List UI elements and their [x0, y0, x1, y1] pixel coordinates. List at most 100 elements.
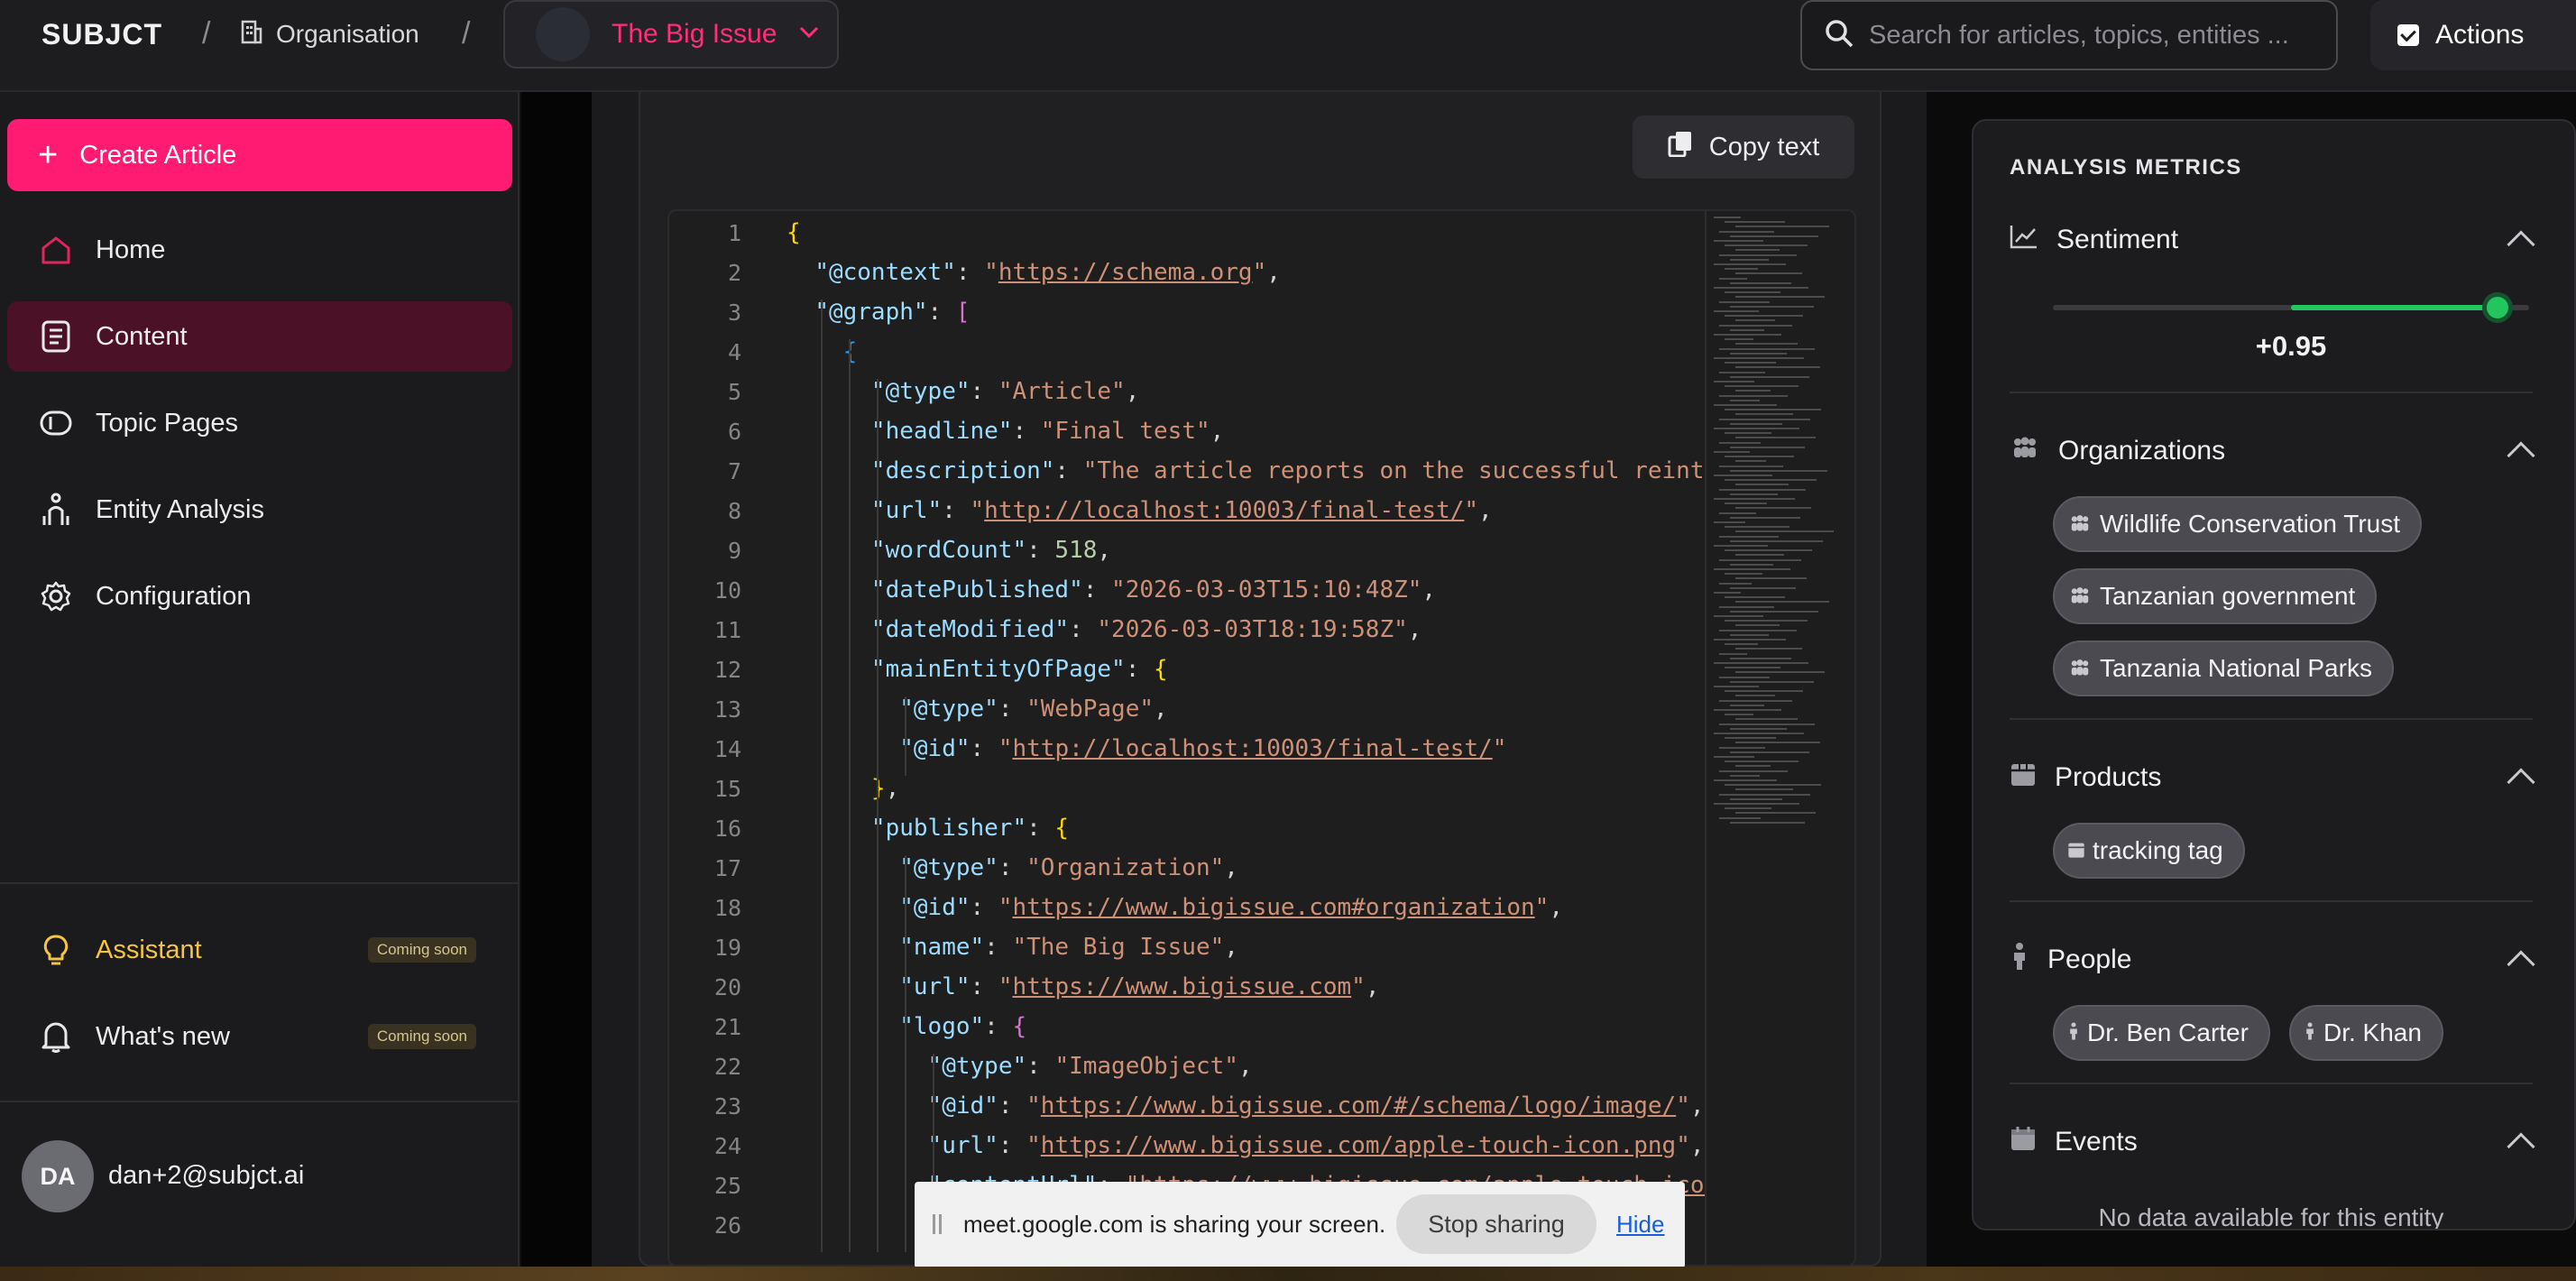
minimap-line	[1725, 432, 1771, 435]
search-input[interactable]	[1869, 20, 2336, 51]
code-token: 518	[1054, 537, 1098, 564]
create-article-button[interactable]: + Create Article	[7, 119, 512, 191]
minimap-line	[1725, 596, 1785, 599]
section-people-header[interactable]: People	[2010, 942, 2535, 979]
sidebar-item-whats-new[interactable]: What's new Coming soon	[7, 1001, 512, 1072]
minimap-line	[1714, 709, 1781, 711]
section-sentiment-header[interactable]: Sentiment	[2010, 222, 2535, 259]
actions-button[interactable]: Actions	[2370, 0, 2576, 70]
copy-text-button[interactable]: Copy text	[1633, 115, 1854, 179]
code-token: :	[1026, 537, 1055, 564]
building-icon	[240, 19, 263, 51]
code-token: :	[970, 894, 998, 921]
minimap-line	[1714, 639, 1786, 640]
person-icon	[2010, 942, 2029, 978]
line-number: 8	[727, 498, 741, 524]
minimap-line	[1714, 357, 1804, 359]
brand-logo[interactable]: SUBJCT	[41, 18, 162, 51]
code-line: "datePublished": "2026-03-03T15:10:48Z",	[787, 576, 1436, 604]
code-token: https://schema.org	[998, 259, 1253, 286]
code-token: "@type"	[899, 696, 998, 723]
schema-card: Copy text 1 2 3 4 5 6 7 8 9 10 11 12 13 14 15 16 17 18 19 2…	[639, 92, 1881, 1267]
sidebar: + Create Article Home Content Topic Page…	[0, 92, 520, 1267]
drag-handle-icon[interactable]	[933, 1214, 942, 1234]
code-token: "	[1351, 973, 1366, 1000]
entity-chip[interactable]: tracking tag	[2053, 823, 2245, 879]
code-token: "	[1026, 1092, 1041, 1120]
code-token: ,	[1210, 418, 1225, 445]
minimap-line	[1714, 686, 1759, 687]
section-products-header[interactable]: Products	[2010, 760, 2535, 797]
hide-link[interactable]: Hide	[1616, 1211, 1664, 1239]
code-token: :	[984, 934, 1013, 961]
entity-chip[interactable]: Tanzanian government	[2053, 568, 2378, 624]
code-line: "@type": "WebPage",	[787, 696, 1167, 723]
entity-chip[interactable]: Tanzania National Parks	[2053, 640, 2394, 696]
code-token: ,	[885, 775, 900, 802]
line-number: 14	[713, 736, 741, 762]
sidebar-item-content[interactable]: Content	[7, 301, 512, 372]
chevron-up-icon[interactable]	[2507, 950, 2535, 979]
avatar[interactable]: DA	[22, 1140, 94, 1212]
code-token: ,	[1549, 894, 1563, 921]
section-organizations-header[interactable]: Organizations	[2010, 433, 2535, 470]
chevron-up-icon[interactable]	[2507, 768, 2535, 797]
minimap-line	[1714, 756, 1754, 758]
line-number: 3	[727, 300, 741, 326]
minimap-line	[1730, 352, 1787, 355]
user-email[interactable]: dan+2@subjct.ai	[108, 1161, 304, 1191]
entity-chip[interactable]: Wildlife Conservation Trust	[2053, 496, 2423, 552]
entity-chip[interactable]: Dr. Khan	[2289, 1005, 2443, 1061]
sidebar-item-configuration[interactable]: Configuration	[7, 561, 512, 631]
indent-guide	[905, 855, 906, 1252]
minimap-line	[1719, 676, 1770, 678]
code-token: "	[998, 735, 1013, 762]
code-minimap[interactable]	[1705, 211, 1854, 1265]
stop-sharing-button[interactable]: Stop sharing	[1396, 1194, 1596, 1254]
sidebar-item-label: Configuration	[96, 581, 252, 611]
line-number: 1	[727, 220, 741, 246]
line-number: 7	[727, 458, 741, 484]
minimap-line	[1730, 422, 1782, 425]
breadcrumb-organisation[interactable]: Organisation	[240, 16, 419, 52]
chevron-up-icon[interactable]	[2507, 1132, 2535, 1161]
code-line: "mainEntityOfPage": {	[787, 656, 1168, 683]
minimap-line	[1725, 479, 1817, 482]
minimap-line	[1719, 511, 1756, 514]
line-number: 9	[727, 538, 741, 564]
code-token: "The article reports on the successful r…	[1082, 457, 1705, 484]
code-token: :	[927, 299, 956, 326]
organisation-switcher[interactable]: The Big Issue	[503, 0, 839, 69]
minimap-line	[1735, 648, 1802, 650]
sidebar-item-assistant[interactable]: Assistant Coming soon	[7, 915, 512, 985]
minimap-line	[1725, 737, 1776, 740]
minimap-line	[1725, 643, 1758, 646]
line-number: 16	[713, 816, 741, 842]
line-number: 2	[727, 260, 741, 286]
code-token: :	[970, 973, 998, 1000]
section-events-header[interactable]: Events	[2010, 1124, 2535, 1161]
minimap-line	[1735, 413, 1793, 416]
sidebar-item-topic-pages[interactable]: Topic Pages	[7, 388, 512, 458]
sidebar-item-entity-analysis[interactable]: Entity Analysis	[7, 475, 512, 545]
chevron-up-icon[interactable]	[2507, 441, 2535, 470]
group-icon	[2067, 510, 2093, 539]
code-token: "url"	[927, 1132, 998, 1159]
minimap-line	[1730, 399, 1760, 401]
code-token: "description"	[870, 457, 1055, 484]
box-icon	[2067, 836, 2085, 865]
code-line: "@type": "Organization",	[787, 854, 1238, 881]
coming-soon-badge: Coming soon	[367, 1024, 476, 1049]
chevron-up-icon[interactable]	[2507, 230, 2535, 259]
code-editor[interactable]: 1 2 3 4 5 6 7 8 9 10 11 12 13 14 15 16 17 18 19 20 21 22 23 24 2…	[667, 209, 1856, 1267]
minimap-line	[1719, 582, 1752, 585]
entity-chip[interactable]: Dr. Ben Carter	[2053, 1005, 2270, 1061]
code-token: https://www.bigissue.com	[1012, 973, 1352, 1000]
minimap-line	[1725, 291, 1780, 294]
person-network-icon	[40, 493, 72, 526]
sidebar-item-home[interactable]: Home	[7, 215, 512, 285]
code-content[interactable]: { "@context": "https://schema.org", "@gr…	[787, 211, 1734, 1265]
minimap-line	[1714, 568, 1790, 570]
search-box[interactable]	[1800, 0, 2338, 70]
